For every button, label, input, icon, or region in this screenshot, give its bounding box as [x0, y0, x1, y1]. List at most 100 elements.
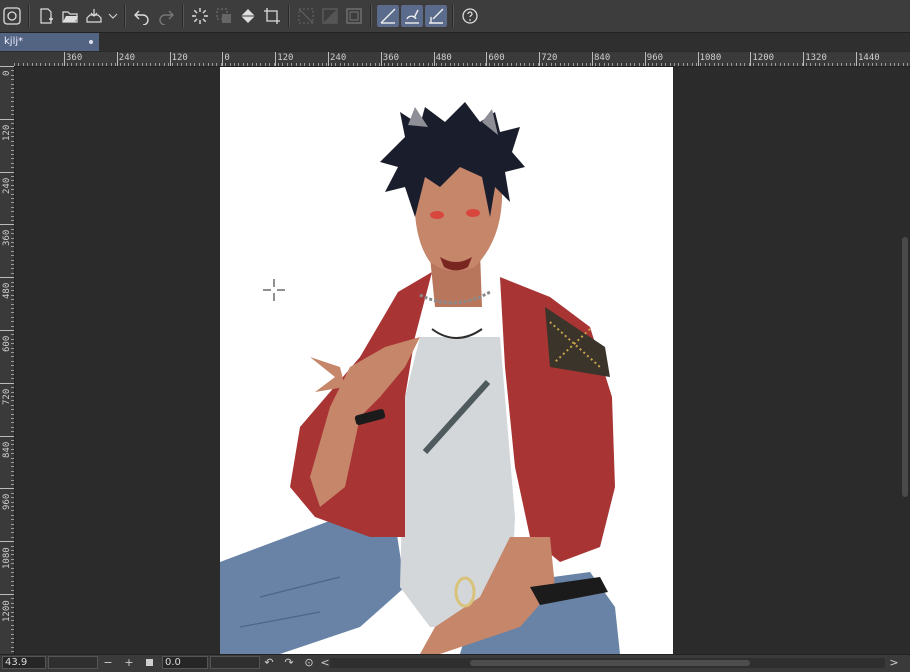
- ruler-tick: [867, 63, 869, 66]
- ruler-tick: [383, 63, 385, 66]
- ruler-tick: [744, 63, 746, 66]
- ruler-tick: [621, 63, 623, 66]
- ruler-tick: [735, 63, 737, 66]
- ruler-tick: [216, 63, 218, 66]
- ruler-label: 1200: [752, 53, 775, 63]
- ruler-tick: [660, 63, 662, 66]
- ruler-tick: [858, 63, 860, 66]
- ruler-tick: [520, 63, 521, 66]
- scroll-right-button[interactable]: >: [887, 656, 901, 670]
- ruler-tick: [616, 63, 618, 66]
- snap-ruler-icon[interactable]: [377, 5, 399, 27]
- reset-rotation-icon[interactable]: ⊙: [302, 656, 316, 670]
- ruler-tick: [498, 63, 499, 66]
- status-bar: 43.9 − + 0.0 ↶ ↷ ⊙ < >: [0, 654, 910, 672]
- ruler-tick: [11, 303, 14, 305]
- ruler-tick: [97, 63, 99, 66]
- ruler-tick: [11, 576, 14, 578]
- ruler-tick: [53, 63, 55, 66]
- ruler-tick: [608, 63, 609, 66]
- ruler-label: 960: [646, 53, 664, 63]
- ruler-tick: [841, 63, 843, 66]
- ruler-tick: [11, 96, 14, 98]
- ruler-tick: [36, 63, 37, 66]
- clip-studio-icon[interactable]: [1, 5, 23, 27]
- fit-view-button[interactable]: [142, 656, 156, 670]
- open-folder-icon[interactable]: [59, 5, 81, 27]
- ruler-tick: [300, 63, 301, 66]
- ruler-tick: [546, 63, 548, 66]
- ruler-tick: [581, 63, 583, 66]
- ruler-tick: [528, 63, 530, 66]
- border-icon[interactable]: [343, 5, 365, 27]
- document-tab[interactable]: kjlj*: [0, 33, 99, 51]
- canvas-area[interactable]: [15, 67, 910, 654]
- clear-selection-icon[interactable]: [295, 5, 317, 27]
- ruler-tick: [11, 312, 14, 314]
- ruler-major-tick: [0, 488, 14, 490]
- ruler-tick: [586, 63, 587, 66]
- new-file-icon[interactable]: [35, 5, 57, 27]
- ruler-tick: [449, 63, 451, 66]
- ruler-tick: [11, 211, 14, 213]
- vertical-scroll-thumb[interactable]: [902, 237, 908, 497]
- ruler-tick: [907, 63, 909, 66]
- ruler-major-tick: [486, 52, 488, 66]
- ruler-tick: [212, 63, 213, 66]
- zoom-in-button[interactable]: +: [122, 656, 136, 670]
- zoom-slider[interactable]: [48, 656, 98, 669]
- ruler-tick: [11, 365, 14, 367]
- ruler-tick: [11, 572, 14, 573]
- vertical-ruler[interactable]: 0 120 240 360 480 600 720 840 960 1080 1200: [0, 66, 15, 654]
- ruler-tick: [128, 63, 130, 66]
- ruler-tick: [436, 63, 438, 66]
- redo-icon[interactable]: [155, 5, 177, 27]
- ruler-tick: [339, 63, 341, 66]
- ruler-tick: [190, 63, 191, 66]
- horizontal-scrollbar[interactable]: [330, 658, 885, 668]
- help-icon[interactable]: [459, 5, 481, 27]
- rotate-right-icon[interactable]: ↷: [282, 656, 296, 670]
- snap-grid-icon[interactable]: [425, 5, 447, 27]
- selection-icon[interactable]: [213, 5, 235, 27]
- ruler-tick: [11, 514, 14, 516]
- canvas-paper[interactable]: [220, 67, 673, 654]
- ruler-label: 240: [2, 177, 12, 194]
- horizontal-ruler[interactable]: 360 240 120 0 120 240 360 480 600 720 840 960 1080 12…: [14, 52, 910, 67]
- ruler-tick: [872, 63, 873, 66]
- fill-icon[interactable]: [237, 5, 259, 27]
- ruler-tick: [11, 624, 14, 626]
- ruler-tick: [533, 63, 535, 66]
- document-tab-title: kjlj*: [4, 36, 24, 47]
- vertical-scrollbar[interactable]: [900, 67, 910, 654]
- ruler-label: 1080: [2, 547, 12, 570]
- ruler-tick: [775, 63, 777, 66]
- ruler-tick: [11, 598, 14, 600]
- ruler-tick: [880, 63, 882, 66]
- ruler-major-tick: [592, 52, 593, 66]
- crop-icon[interactable]: [261, 5, 283, 27]
- ruler-tick: [11, 369, 14, 371]
- close-tab-icon[interactable]: [89, 40, 93, 44]
- save-icon[interactable]: [83, 5, 105, 27]
- ruler-tick: [652, 63, 653, 66]
- dropdown-chevron-icon[interactable]: [107, 5, 119, 27]
- rotation-field[interactable]: 0.0: [162, 656, 208, 669]
- zoom-out-button[interactable]: −: [101, 656, 115, 670]
- rotation-slider[interactable]: [210, 656, 260, 669]
- ruler-major-tick: [222, 52, 224, 66]
- ruler-tick: [564, 63, 565, 66]
- undo-icon[interactable]: [131, 5, 153, 27]
- rotate-left-icon[interactable]: ↶: [262, 656, 276, 670]
- zoom-field[interactable]: 43.9: [2, 656, 46, 669]
- ruler-tick: [352, 63, 354, 66]
- snap-special-ruler-icon[interactable]: [401, 5, 423, 27]
- horizontal-scroll-thumb[interactable]: [470, 660, 750, 666]
- ruler-tick: [80, 63, 81, 66]
- ruler-tick: [11, 422, 14, 424]
- ruler-tick: [27, 63, 29, 66]
- invert-selection-icon[interactable]: [319, 5, 341, 27]
- ruler-tick: [141, 63, 143, 66]
- ruler-tick: [260, 63, 262, 66]
- loading-icon[interactable]: [189, 5, 211, 27]
